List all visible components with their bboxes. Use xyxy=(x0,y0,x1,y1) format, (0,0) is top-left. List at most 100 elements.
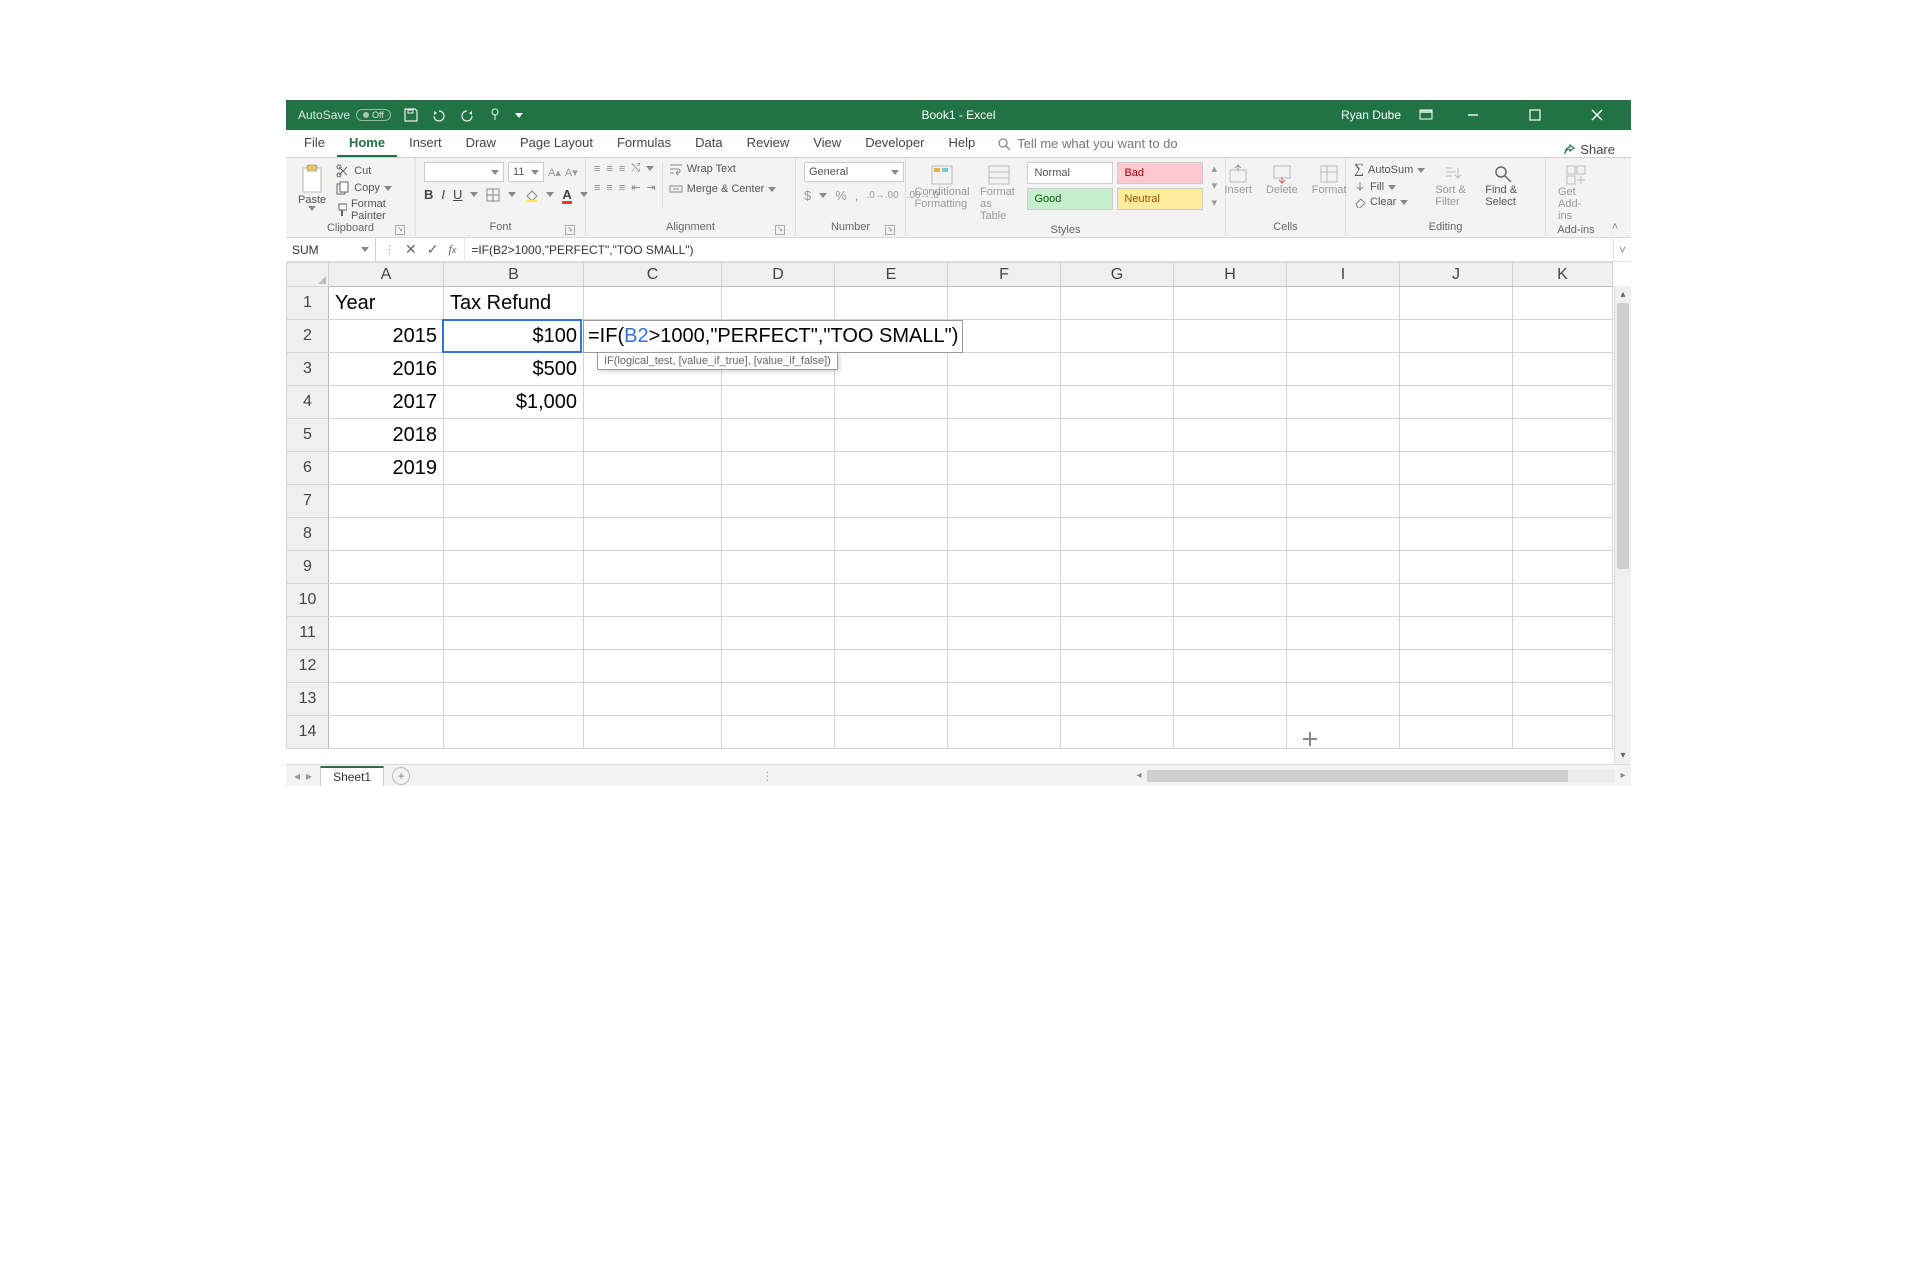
cell-G2[interactable] xyxy=(1061,320,1174,353)
cell-A7[interactable] xyxy=(329,485,444,518)
cell-G7[interactable] xyxy=(1061,485,1174,518)
column-header-C[interactable]: C xyxy=(584,263,722,287)
cell-I13[interactable] xyxy=(1287,683,1400,716)
cell-B8[interactable] xyxy=(444,518,584,551)
conditional-formatting-button[interactable]: Conditional Formatting xyxy=(914,162,970,212)
cell-B9[interactable] xyxy=(444,551,584,584)
tab-data[interactable]: Data xyxy=(683,129,734,157)
ribbon-display-icon[interactable] xyxy=(1419,108,1433,122)
cell-J12[interactable] xyxy=(1400,650,1513,683)
scroll-down-button[interactable]: ▾ xyxy=(1615,747,1631,764)
column-header-E[interactable]: E xyxy=(835,263,948,287)
cell-H5[interactable] xyxy=(1174,419,1287,452)
cell-E9[interactable] xyxy=(835,551,948,584)
insert-cells-button[interactable]: Insert xyxy=(1220,162,1256,198)
cell-D12[interactable] xyxy=(722,650,835,683)
row-header-14[interactable]: 14 xyxy=(287,716,329,749)
font-name-selector[interactable] xyxy=(424,162,504,182)
font-color-button[interactable]: A xyxy=(562,187,571,202)
tab-draw[interactable]: Draw xyxy=(454,129,508,157)
percent-button[interactable]: % xyxy=(835,188,847,203)
inc-indent-button[interactable]: ⇥ xyxy=(646,181,655,194)
tab-view[interactable]: View xyxy=(801,129,853,157)
cell-F11[interactable] xyxy=(948,617,1061,650)
cell-A4[interactable]: 2017 xyxy=(329,386,444,419)
row-header-1[interactable]: 1 xyxy=(287,287,329,320)
inc-decimal-button[interactable]: .0→.00 xyxy=(866,190,898,201)
cell-D14[interactable] xyxy=(722,716,835,749)
italic-button[interactable]: I xyxy=(441,187,445,202)
sort-filter-button[interactable]: Sort & Filter xyxy=(1431,162,1475,210)
cell-D11[interactable] xyxy=(722,617,835,650)
cell-K13[interactable] xyxy=(1513,683,1613,716)
column-header-K[interactable]: K xyxy=(1513,263,1613,287)
close-button[interactable] xyxy=(1575,100,1619,130)
collapse-ribbon-button[interactable]: ˄ xyxy=(1606,158,1624,237)
cell-J6[interactable] xyxy=(1400,452,1513,485)
cell-F8[interactable] xyxy=(948,518,1061,551)
cell-F10[interactable] xyxy=(948,584,1061,617)
cell-G11[interactable] xyxy=(1061,617,1174,650)
wrap-text-button[interactable]: Wrap Text xyxy=(669,162,777,176)
cell-C13[interactable] xyxy=(584,683,722,716)
cell-K6[interactable] xyxy=(1513,452,1613,485)
get-addins-button[interactable]: Get Add-ins xyxy=(1554,162,1598,224)
row-header-13[interactable]: 13 xyxy=(287,683,329,716)
cell-F14[interactable] xyxy=(948,716,1061,749)
cell-B14[interactable] xyxy=(444,716,584,749)
cell-D13[interactable] xyxy=(722,683,835,716)
cell-A2[interactable]: 2015 xyxy=(329,320,444,353)
cell-I10[interactable] xyxy=(1287,584,1400,617)
cell-A13[interactable] xyxy=(329,683,444,716)
row-header-3[interactable]: 3 xyxy=(287,353,329,386)
row-header-8[interactable]: 8 xyxy=(287,518,329,551)
cell-G8[interactable] xyxy=(1061,518,1174,551)
style-normal[interactable]: Normal xyxy=(1027,162,1113,184)
align-top-button[interactable]: ≡ xyxy=(594,163,600,175)
cell-edit-overlay[interactable]: =IF(B2>1000,"PERFECT","TOO SMALL") xyxy=(583,320,963,353)
format-as-table-button[interactable]: Format as Table xyxy=(976,162,1021,224)
qat-customize-icon[interactable] xyxy=(515,113,523,118)
find-select-button[interactable]: Find & Select xyxy=(1481,162,1525,210)
cell-H12[interactable] xyxy=(1174,650,1287,683)
cell-K2[interactable] xyxy=(1513,320,1613,353)
cell-F1[interactable] xyxy=(948,287,1061,320)
cell-I9[interactable] xyxy=(1287,551,1400,584)
cell-H11[interactable] xyxy=(1174,617,1287,650)
cell-B10[interactable] xyxy=(444,584,584,617)
cell-J13[interactable] xyxy=(1400,683,1513,716)
border-button[interactable] xyxy=(486,188,500,202)
user-name[interactable]: Ryan Dube xyxy=(1341,108,1401,122)
column-header-D[interactable]: D xyxy=(722,263,835,287)
merge-center-button[interactable]: Merge & Center xyxy=(669,182,777,196)
cell-H6[interactable] xyxy=(1174,452,1287,485)
format-painter-button[interactable]: Format Painter xyxy=(336,198,407,222)
cell-F13[interactable] xyxy=(948,683,1061,716)
cell-E1[interactable] xyxy=(835,287,948,320)
cell-H10[interactable] xyxy=(1174,584,1287,617)
cell-B12[interactable] xyxy=(444,650,584,683)
cell-D8[interactable] xyxy=(722,518,835,551)
align-bottom-button[interactable]: ≡ xyxy=(619,163,625,175)
cell-D4[interactable] xyxy=(722,386,835,419)
cell-I7[interactable] xyxy=(1287,485,1400,518)
cell-B13[interactable] xyxy=(444,683,584,716)
scroll-left-button[interactable]: ◂ xyxy=(1131,770,1147,781)
cell-D9[interactable] xyxy=(722,551,835,584)
copy-button[interactable]: Copy xyxy=(336,181,407,195)
cell-J10[interactable] xyxy=(1400,584,1513,617)
scroll-up-button[interactable]: ▴ xyxy=(1615,286,1631,303)
cell-K10[interactable] xyxy=(1513,584,1613,617)
cell-C6[interactable] xyxy=(584,452,722,485)
row-header-4[interactable]: 4 xyxy=(287,386,329,419)
cell-G10[interactable] xyxy=(1061,584,1174,617)
cell-C1[interactable] xyxy=(584,287,722,320)
cell-I8[interactable] xyxy=(1287,518,1400,551)
cell-I3[interactable] xyxy=(1287,353,1400,386)
cell-C7[interactable] xyxy=(584,485,722,518)
cell-K3[interactable] xyxy=(1513,353,1613,386)
cell-F9[interactable] xyxy=(948,551,1061,584)
shrink-font-button[interactable]: A▾ xyxy=(565,166,578,179)
cell-B5[interactable] xyxy=(444,419,584,452)
tab-formulas[interactable]: Formulas xyxy=(605,129,683,157)
